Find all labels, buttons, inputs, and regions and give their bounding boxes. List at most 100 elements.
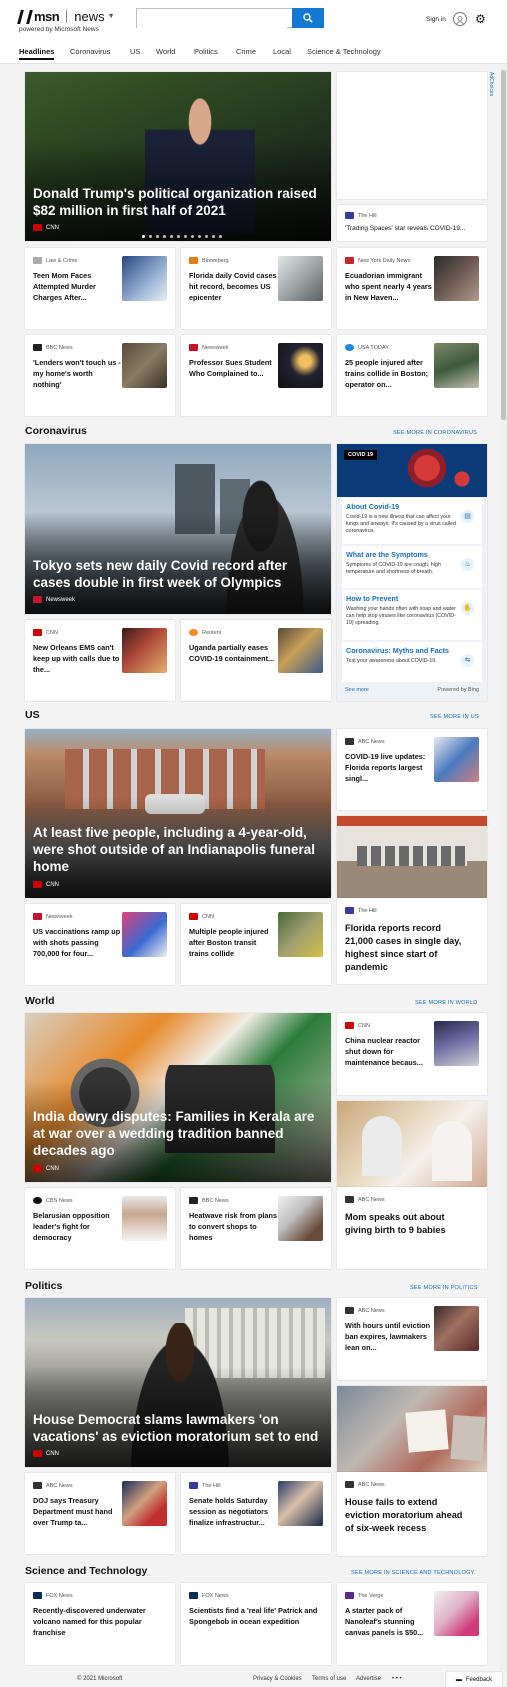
story-card[interactable]: Bloomberg Florida daily Covid cases hit … bbox=[181, 248, 331, 329]
tab-local[interactable]: Local bbox=[273, 47, 291, 56]
story-headline[interactable]: New Orleans EMS can't keep up with calls… bbox=[33, 642, 121, 675]
story-headline[interactable]: Senate holds Saturday session as negotia… bbox=[189, 1495, 277, 1528]
story-headline[interactable]: Ecuadorian immigrant who spent nearly 4 … bbox=[345, 270, 433, 303]
story-headline[interactable]: House fails to extend eviction moratoriu… bbox=[345, 1496, 470, 1535]
scrollbar-thumb[interactable] bbox=[501, 70, 506, 420]
hero-story-us[interactable]: At least five people, including a 4-year… bbox=[25, 729, 331, 898]
story-card[interactable]: Law & Crime Teen Mom Faces Attempted Mur… bbox=[25, 248, 175, 329]
covid-see-more[interactable]: See more bbox=[345, 687, 369, 693]
msn-logo[interactable]: msn news ▼ bbox=[17, 9, 115, 24]
advertise-link[interactable]: Advertise bbox=[356, 1676, 381, 1682]
story-card-wide[interactable]: The Hill Florida reports record 21,000 c… bbox=[337, 898, 487, 984]
privacy-link[interactable]: Privacy & Cookies bbox=[253, 1676, 302, 1682]
story-headline[interactable]: 'Trading Spaces' star reveals COVID-19..… bbox=[345, 225, 465, 232]
story-image-card[interactable] bbox=[337, 816, 487, 898]
story-headline[interactable]: A starter pack of Nanoleaf's stunning ca… bbox=[345, 1605, 433, 1638]
story-card[interactable]: Newsweek Professor Sues Student Who Comp… bbox=[181, 335, 331, 416]
story-headline[interactable]: 25 people injured after trains collide i… bbox=[345, 357, 433, 390]
story-card[interactable]: CBS News Belarusian opposition leader's … bbox=[25, 1188, 175, 1269]
gear-icon[interactable]: ⚙ bbox=[475, 12, 486, 26]
see-more-us[interactable]: SEE MORE IN US bbox=[430, 714, 479, 720]
tab-headlines[interactable]: Headlines bbox=[19, 47, 55, 60]
hero-story-world[interactable]: India dowry disputes: Families in Kerala… bbox=[25, 1013, 331, 1182]
story-card-wide[interactable]: ABC News Mom speaks out about giving bir… bbox=[337, 1187, 487, 1269]
carousel-dots[interactable] bbox=[142, 235, 222, 238]
story-headline[interactable]: Teen Mom Faces Attempted Murder Charges … bbox=[33, 270, 121, 303]
covid-item-title[interactable]: How to Prevent bbox=[346, 594, 398, 603]
story-headline[interactable]: Recently-discovered underwater volcano n… bbox=[33, 1605, 163, 1638]
covid-item-title[interactable]: Coronavirus: Myths and Facts bbox=[346, 646, 449, 655]
search-button[interactable] bbox=[292, 8, 324, 28]
story-card[interactable]: ABC News COVID-19 live updates: Florida … bbox=[337, 729, 487, 810]
story-headline[interactable]: Multiple people injured after Boston tra… bbox=[189, 926, 277, 959]
ad-slot[interactable]: AdChoices bbox=[337, 72, 494, 199]
hero-headline[interactable]: At least five people, including a 4-year… bbox=[33, 824, 321, 875]
story-headline[interactable]: DOJ says Treasury Department must hand o… bbox=[33, 1495, 121, 1528]
adchoices-label[interactable]: AdChoices bbox=[488, 72, 494, 96]
see-more-scitech[interactable]: SEE MORE IN SCIENCE AND TECHNOLOGY bbox=[351, 1570, 475, 1576]
story-card[interactable]: ABC News DOJ says Treasury Department mu… bbox=[25, 1473, 175, 1554]
story-headline[interactable]: China nuclear reactor shut down for main… bbox=[345, 1035, 433, 1068]
story-card[interactable]: The Hill Senate holds Saturday session a… bbox=[181, 1473, 331, 1554]
story-headline[interactable]: Scientists find a 'real life' Patrick an… bbox=[189, 1605, 324, 1627]
story-card[interactable]: FOX News Scientists find a 'real life' P… bbox=[181, 1583, 331, 1665]
story-card[interactable]: CNN Multiple people injured after Boston… bbox=[181, 904, 331, 985]
section-name[interactable]: news bbox=[74, 9, 104, 24]
story-card[interactable]: New York Daily News Ecuadorian immigrant… bbox=[337, 248, 487, 329]
covid-item[interactable]: Coronavirus: Myths and Facts Test your a… bbox=[342, 642, 482, 682]
hero-headline[interactable]: House Democrat slams lawmakers 'on vacat… bbox=[33, 1411, 321, 1445]
story-headline[interactable]: Mom speaks out about giving birth to 9 b… bbox=[345, 1211, 470, 1237]
see-more-politics[interactable]: SEE MORE IN POLITICS bbox=[410, 1285, 478, 1291]
tab-politics[interactable]: Politics bbox=[194, 47, 218, 56]
story-headline[interactable]: Florida daily Covid cases hit record, be… bbox=[189, 270, 277, 303]
story-headline[interactable]: Belarusian opposition leader's fight for… bbox=[33, 1210, 121, 1243]
covid-item[interactable]: About Covid-19 Covid-19 is a new illness… bbox=[342, 498, 482, 544]
chevron-down-icon[interactable]: ▼ bbox=[108, 13, 115, 20]
hero-headline[interactable]: Tokyo sets new daily Covid record after … bbox=[33, 557, 321, 591]
story-card[interactable]: Newsweek US vaccinations ramp up with sh… bbox=[25, 904, 175, 985]
story-image-card[interactable] bbox=[337, 1386, 487, 1472]
hero-story-top[interactable]: Donald Trump's political organization ra… bbox=[25, 72, 331, 241]
story-headline[interactable]: Professor Sues Student Who Complained to… bbox=[189, 357, 277, 379]
story-card[interactable]: FOX News Recently-discovered underwater … bbox=[25, 1583, 175, 1665]
story-card[interactable]: CNN New Orleans EMS can't keep up with c… bbox=[25, 620, 175, 701]
tab-science-technology[interactable]: Science & Technology bbox=[307, 47, 381, 56]
tab-world[interactable]: World bbox=[156, 47, 175, 56]
more-dots-icon[interactable]: • • • bbox=[392, 1676, 402, 1682]
story-card[interactable]: BBC News Heatwave risk from plans to con… bbox=[181, 1188, 331, 1269]
feedback-button[interactable]: ▬ Feedback bbox=[446, 1672, 502, 1687]
hero-story-politics[interactable]: House Democrat slams lawmakers 'on vacat… bbox=[25, 1298, 331, 1467]
story-image-card[interactable] bbox=[337, 1101, 487, 1187]
story-card[interactable]: USA TODAY 25 people injured after trains… bbox=[337, 335, 487, 416]
story-card[interactable]: ABC News With hours until eviction ban e… bbox=[337, 1298, 487, 1380]
story-headline[interactable]: US vaccinations ramp up with shots passi… bbox=[33, 926, 121, 959]
story-headline[interactable]: 'Lenders won't touch us - my home's wort… bbox=[33, 357, 121, 390]
story-headline[interactable]: With hours until eviction ban expires, l… bbox=[345, 1320, 433, 1353]
story-card[interactable]: Reuters Uganda partially eases COVID-19 … bbox=[181, 620, 331, 701]
side-story[interactable]: The Hill 'Trading Spaces' star reveals C… bbox=[337, 205, 487, 241]
tab-crime[interactable]: Crime bbox=[236, 47, 256, 56]
story-headline[interactable]: Heatwave risk from plans to convert shop… bbox=[189, 1210, 277, 1243]
covid-item[interactable]: What are the Symptoms Symptoms of COVID-… bbox=[342, 546, 482, 588]
story-headline[interactable]: Florida reports record 21,000 cases in s… bbox=[345, 922, 470, 974]
story-headline[interactable]: Uganda partially eases COVID-19 containm… bbox=[189, 642, 277, 664]
hero-headline[interactable]: India dowry disputes: Families in Kerala… bbox=[33, 1108, 321, 1159]
see-more-world[interactable]: SEE MORE IN WORLD bbox=[415, 1000, 477, 1006]
terms-link[interactable]: Terms of use bbox=[312, 1676, 346, 1682]
tab-coronavirus[interactable]: Coronavirus bbox=[70, 47, 110, 56]
story-card[interactable]: BBC News 'Lenders won't touch us - my ho… bbox=[25, 335, 175, 416]
covid-item-title[interactable]: What are the Symptoms bbox=[346, 550, 428, 559]
hero-story-coronavirus[interactable]: Tokyo sets new daily Covid record after … bbox=[25, 444, 331, 614]
story-headline[interactable]: COVID-19 live updates: Florida reports l… bbox=[345, 751, 433, 784]
covid-item[interactable]: How to Prevent Washing your hands often … bbox=[342, 590, 482, 640]
see-more-coronavirus[interactable]: SEE MORE IN CORONAVIRUS bbox=[393, 430, 477, 436]
hero-headline[interactable]: Donald Trump's political organization ra… bbox=[33, 185, 321, 219]
story-card[interactable]: CNN China nuclear reactor shut down for … bbox=[337, 1013, 487, 1095]
sign-in-link[interactable]: Sign in bbox=[426, 16, 446, 23]
tab-us[interactable]: US bbox=[130, 47, 140, 56]
user-avatar-icon[interactable] bbox=[453, 12, 467, 26]
story-card[interactable]: The Verge A starter pack of Nanoleaf's s… bbox=[337, 1583, 487, 1665]
covid-item-title[interactable]: About Covid-19 bbox=[346, 502, 399, 511]
search-input[interactable] bbox=[137, 10, 287, 29]
story-card-wide[interactable]: ABC News House fails to extend eviction … bbox=[337, 1472, 487, 1556]
